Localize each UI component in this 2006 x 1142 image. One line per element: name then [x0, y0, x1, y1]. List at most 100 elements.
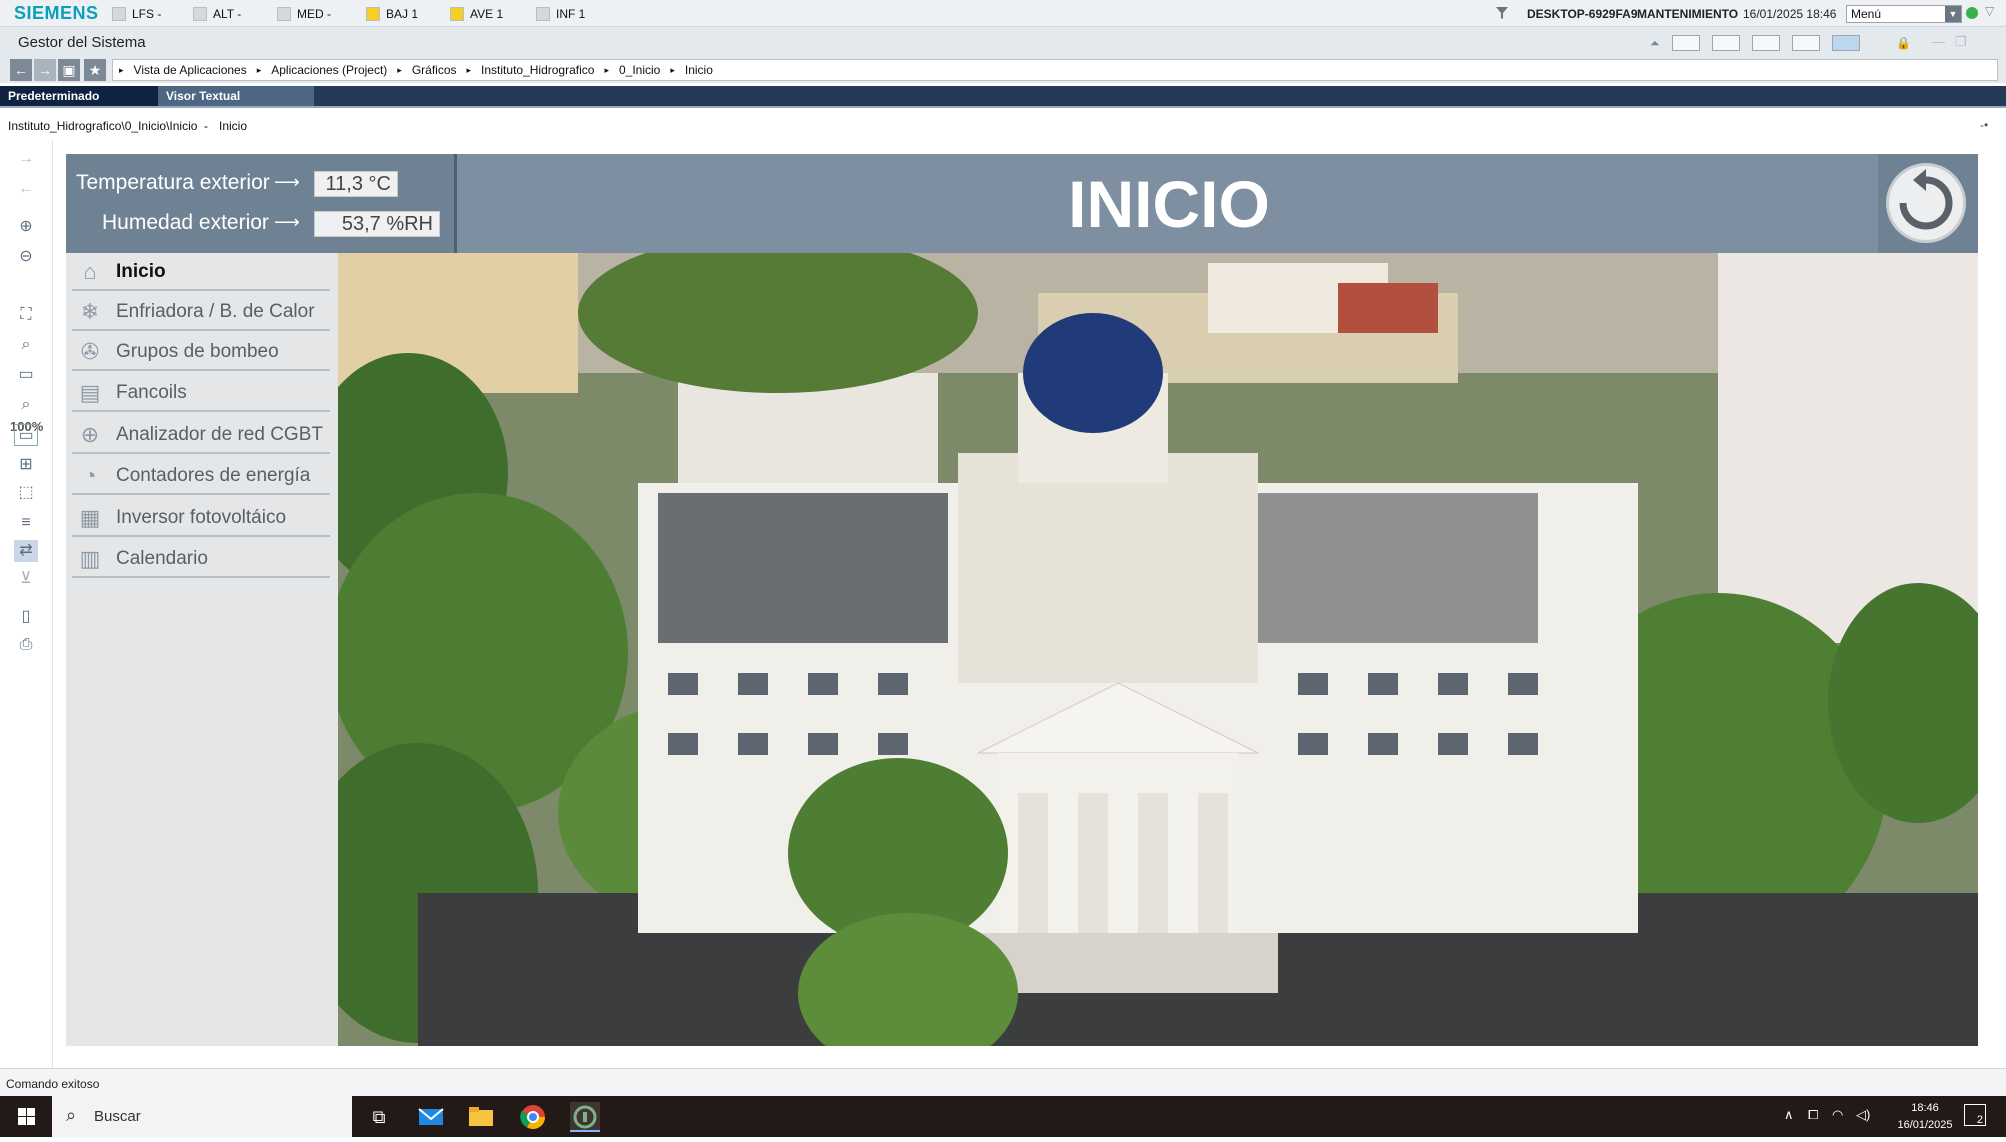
next-arrow-icon[interactable]: →	[14, 148, 38, 170]
tray-chevron-icon[interactable]: ∧	[1784, 1107, 1794, 1123]
humidity-value[interactable]: 53,7 %RH	[314, 211, 440, 237]
alarm-alt[interactable]: ALT -	[193, 6, 241, 22]
expand-icon[interactable]: ▽	[1985, 4, 1994, 18]
breadcrumb-item[interactable]: Instituto_Hidrografico	[481, 63, 594, 77]
breadcrumb-arrow-icon: ▸	[604, 64, 609, 75]
solar-panel-icon: ▦	[79, 505, 101, 530]
list-icon[interactable]: ≡	[14, 512, 38, 534]
windows-logo-icon	[18, 1108, 35, 1125]
calendar-icon: ▥	[79, 546, 101, 571]
fit-screen-icon[interactable]: ⬚	[14, 482, 38, 504]
breadcrumb-item[interactable]: Inicio	[685, 63, 713, 77]
layout-quad-icon[interactable]	[1792, 35, 1820, 51]
breadcrumb-arrow-icon: ▸	[397, 64, 402, 75]
navigation-menu: ⌂ Inicio ❄ Enfriadora / B. de Calor ✇ Gr…	[66, 253, 338, 1046]
volume-icon[interactable]: ◁)	[1856, 1107, 1870, 1123]
menu-item-inversor[interactable]: ▦ Inversor fotovoltáico	[72, 499, 330, 537]
breadcrumb-arrow-icon: ▸	[119, 64, 124, 75]
document-icon[interactable]: ▯	[14, 606, 38, 628]
magnifier-icon[interactable]: ⌕	[14, 334, 38, 356]
alarm-lfs[interactable]: LFS -	[112, 6, 161, 22]
meet-now-icon[interactable]: ⧠	[1808, 1107, 1818, 1123]
siemens-logo: SIEMENS	[14, 3, 99, 23]
menu-item-inicio[interactable]: ⌂ Inicio	[72, 253, 330, 291]
chevron-down-icon: ▼	[1945, 6, 1961, 22]
desigo-cc-icon[interactable]	[570, 1102, 600, 1132]
zoom-in-icon[interactable]: ⊕	[14, 216, 38, 238]
alarm-ave[interactable]: AVE 1	[450, 6, 503, 22]
humidity-label: Humedad exterior	[102, 211, 269, 234]
arrow-right-icon: ⟶	[274, 212, 300, 232]
breadcrumb-item[interactable]: Gráficos	[412, 63, 457, 77]
back-arrow-icon[interactable]: ←	[10, 59, 32, 81]
lock-icon[interactable]: 🔒	[1896, 36, 1911, 50]
layout-split-icon[interactable]	[1712, 35, 1740, 51]
zoom-area-icon[interactable]: ⌕	[14, 394, 38, 416]
windows-start-button[interactable]	[0, 1096, 52, 1137]
select-area-icon[interactable]: ▭	[14, 424, 38, 446]
cart-icon[interactable]: ⊻	[14, 568, 38, 590]
object-path-row: Instituto_Hidrografico\0_Inicio\Inicio -…	[0, 110, 2006, 140]
file-explorer-icon[interactable]	[466, 1102, 496, 1132]
minimize-icon[interactable]: —	[1932, 34, 1945, 49]
clock-time[interactable]: 18:46	[1890, 1102, 1960, 1114]
zoom-fit-icon[interactable]: ⛶	[14, 304, 38, 326]
navigation-icon[interactable]: ⇄	[14, 540, 38, 562]
layout-left-icon[interactable]	[1752, 35, 1780, 51]
menu-item-enfriadora[interactable]: ❄ Enfriadora / B. de Calor	[72, 293, 330, 331]
page-title: INICIO	[1068, 167, 1270, 241]
screen-icon[interactable]: ▣	[58, 59, 80, 81]
building-aerial-photo	[338, 253, 1978, 1046]
forward-arrow-icon[interactable]: →	[34, 59, 56, 81]
breadcrumb-arrow-icon: ▸	[466, 64, 472, 75]
operating-mode: MANTENIMIENTO	[1637, 7, 1739, 21]
layout-single-icon[interactable]	[1832, 35, 1860, 51]
mail-icon[interactable]	[416, 1102, 446, 1132]
status-bar: Comando exitoso	[0, 1068, 2006, 1096]
layout-grid-icon[interactable]	[1672, 35, 1700, 51]
menu-item-contadores[interactable]: ◔ Contadores de energía	[72, 457, 330, 495]
alarm-baj[interactable]: BAJ 1	[366, 6, 418, 22]
breadcrumb-item[interactable]: 0_Inicio	[619, 63, 660, 77]
task-view-icon[interactable]: ⧉	[364, 1102, 394, 1132]
status-message: Comando exitoso	[6, 1077, 100, 1091]
restore-icon[interactable]: ❐	[1955, 34, 1967, 50]
path-separator: -	[204, 119, 208, 133]
star-icon[interactable]: ★	[84, 59, 106, 81]
pump-icon: ✇	[80, 339, 100, 364]
menu-item-grupos-bombeo[interactable]: ✇ Grupos de bombeo	[72, 333, 330, 371]
temperature-value[interactable]: 11,3 °C	[314, 171, 398, 197]
breadcrumb: ▸ Vista de Aplicaciones ▸ Aplicaciones (…	[112, 59, 1998, 81]
object-name: Inicio	[219, 119, 248, 133]
previous-arrow-icon[interactable]: ←	[14, 178, 38, 200]
window-title: Gestor del Sistema	[18, 34, 146, 51]
menu-item-calendario[interactable]: ▥ Calendario	[72, 540, 330, 578]
layers-icon[interactable]: ⊞	[14, 454, 38, 476]
temperature-label: Temperatura exterior	[76, 171, 270, 194]
notifications-icon[interactable]: 2	[1964, 1104, 1986, 1126]
pin-icon[interactable]: -•	[1980, 118, 1988, 132]
taskbar-search[interactable]: ⌕ Buscar	[52, 1096, 352, 1137]
filter-icon[interactable]	[1495, 6, 1509, 20]
zoom-out-icon[interactable]: ⊖	[14, 246, 38, 268]
wifi-icon[interactable]: ◠	[1832, 1107, 1843, 1123]
alarm-med[interactable]: MED -	[277, 6, 331, 22]
menu-item-fancoils[interactable]: ▤ Fancoils	[72, 374, 330, 412]
network-icon: ⊕	[80, 422, 100, 447]
chrome-icon[interactable]	[518, 1102, 548, 1132]
view-tabs: Predeterminado Visor Textual	[0, 86, 2006, 108]
collapse-icon[interactable]: ⏶	[1650, 36, 1660, 51]
clock-date[interactable]: 16/01/2025	[1890, 1119, 1960, 1131]
refresh-button[interactable]	[1886, 163, 1966, 243]
system-datetime: 16/01/2025 18:46	[1743, 7, 1837, 21]
outdoor-sensors-panel: Temperatura exterior ⟶ 11,3 °C Humedad e…	[66, 154, 454, 253]
menu-item-analizador-red[interactable]: ⊕ Analizador de red CGBT	[72, 416, 330, 454]
menu-select[interactable]: Menú ▼	[1846, 5, 1962, 23]
window-icon[interactable]: ▭	[14, 364, 38, 386]
tab-text-viewer[interactable]: Visor Textual	[158, 86, 314, 106]
tab-default[interactable]: Predeterminado	[0, 86, 158, 106]
print-icon[interactable]: ⎙	[14, 634, 38, 656]
alarm-inf[interactable]: INF 1	[536, 6, 585, 22]
breadcrumb-item[interactable]: Aplicaciones (Project)	[271, 63, 387, 77]
breadcrumb-item[interactable]: Vista de Aplicaciones	[134, 63, 247, 77]
